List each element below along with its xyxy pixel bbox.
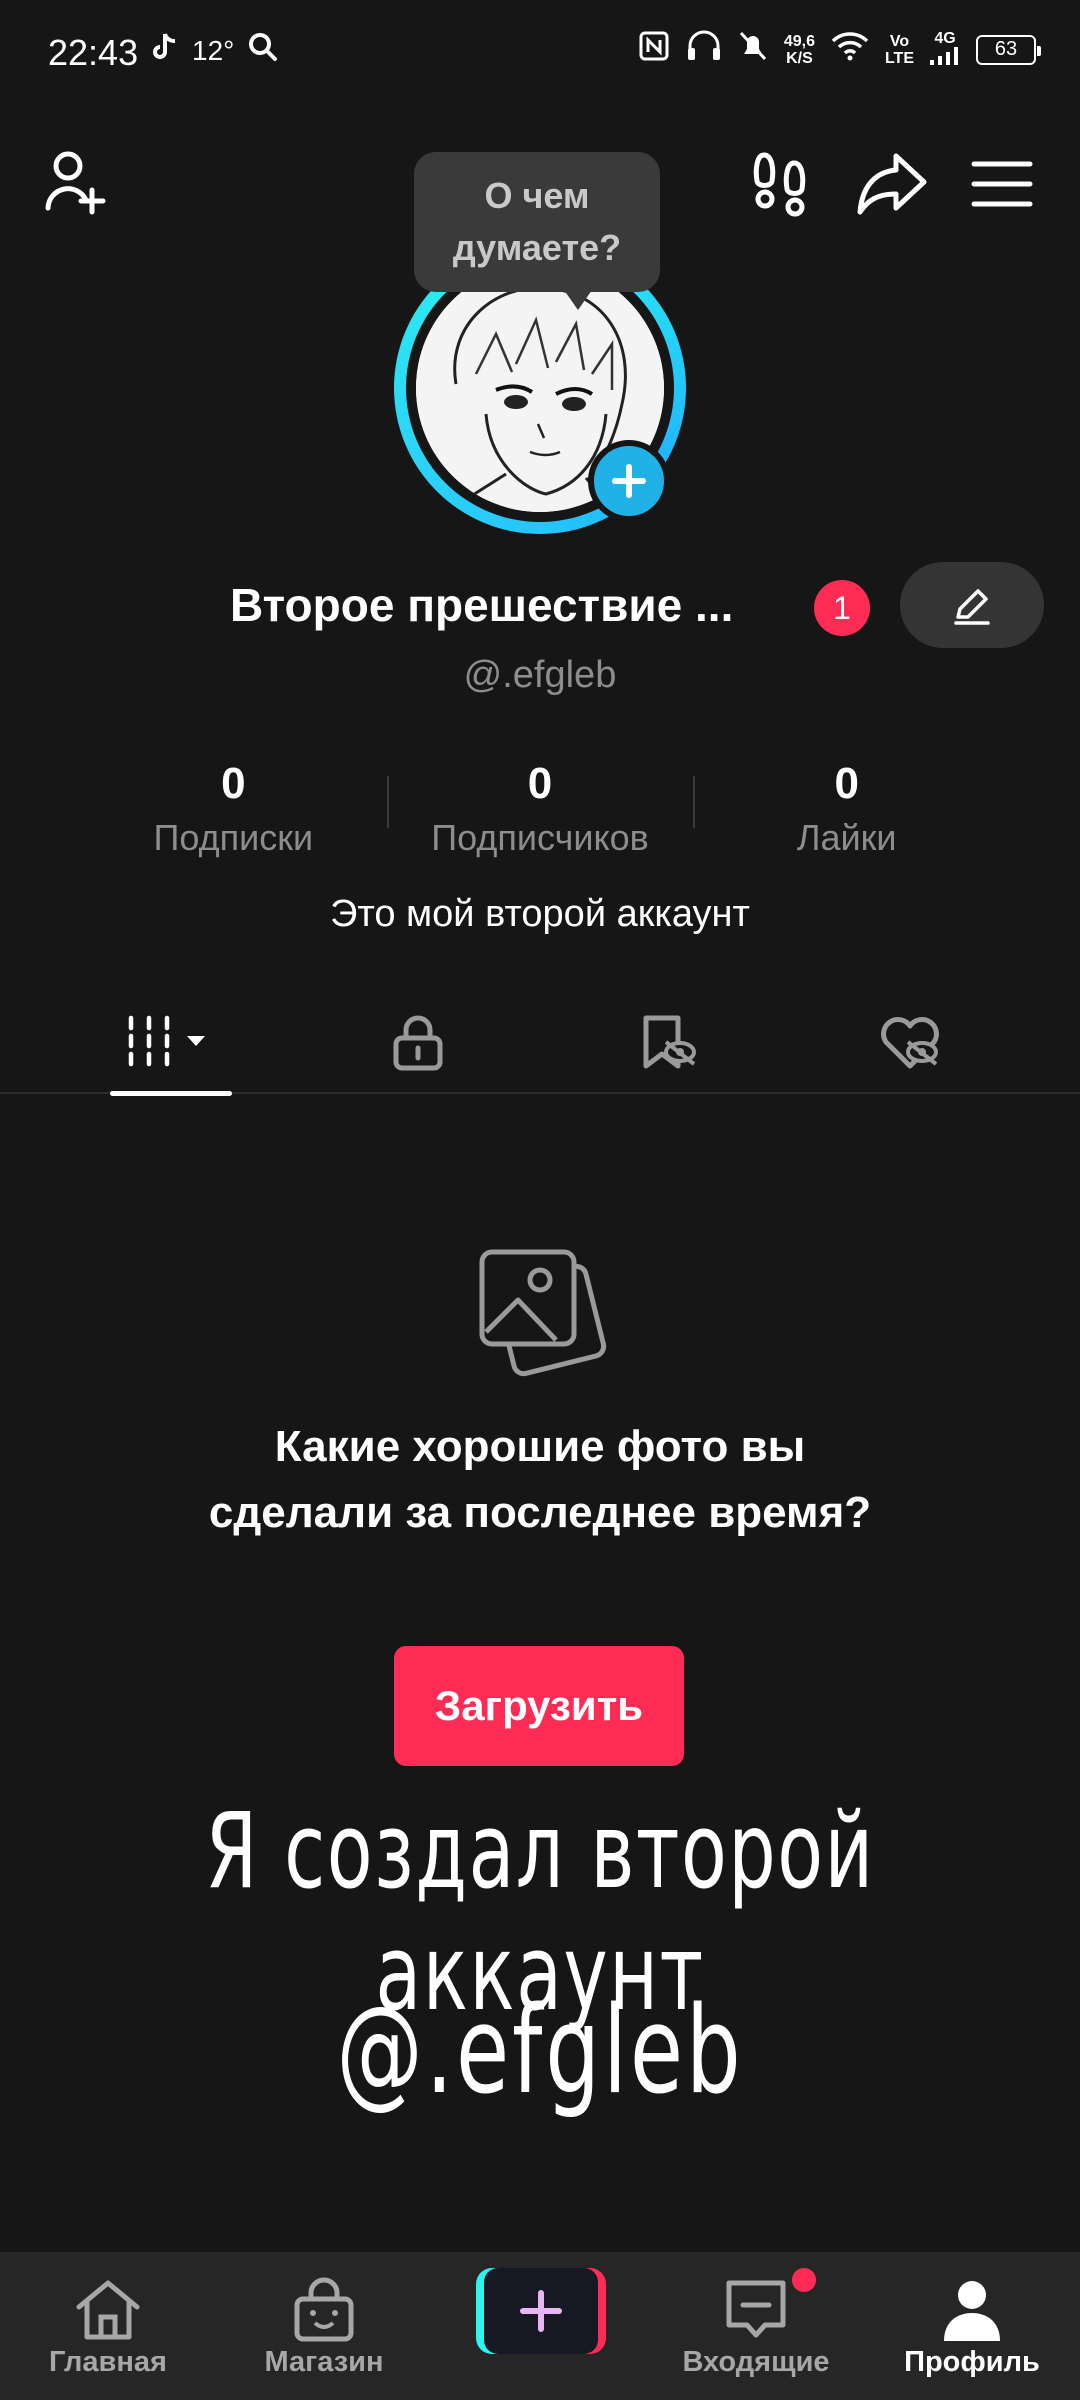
add-avatar-button[interactable] [588,440,670,522]
nav-profile[interactable]: Профиль [872,2252,1072,2400]
nav-inbox-label: Входящие [682,2346,830,2378]
stat-value: 0 [527,759,553,808]
network-speed: 49,6 K/S [784,33,815,67]
add-friend-icon[interactable] [36,140,120,224]
signal-indicator: 4G [930,30,960,69]
profile-icon [932,2270,1012,2350]
tiktok-icon [150,32,178,69]
nav-profile-label: Профиль [904,2346,1040,2378]
upload-button[interactable]: Загрузить [394,1646,684,1766]
nav-home-label: Главная [49,2346,167,2378]
stat-value: 0 [834,759,859,808]
bubble-line-2: думаете? [452,227,622,268]
username-handle: @.efgleb [463,654,617,696]
create-button-face [484,2268,598,2354]
create-button[interactable] [476,2268,606,2354]
temperature: 12° [192,34,235,66]
lock-icon [393,1015,443,1071]
volte-top: Vo [889,32,910,50]
wifi-icon [831,31,869,68]
signal-icon [930,47,958,65]
status-right-icons: 49,6 K/S Vo LTE 4G 63 [638,30,1041,69]
tab-liked[interactable] [860,990,960,1094]
tab-posts[interactable] [110,990,232,1096]
tab-private[interactable] [368,990,468,1094]
stat-label: Подписчиков [431,817,649,858]
volte-indicator: Vo LTE [885,33,914,67]
status-left-icons: 12° [150,32,278,69]
status-prompt-bubble[interactable]: О чем думаете? [414,152,660,310]
saved-hidden-icon [643,1015,696,1069]
stat-label: Подписки [153,817,314,858]
menu-icon[interactable] [960,142,1044,226]
headphones-icon [686,30,722,69]
empty-state-title: Какие хорошие фото вы сделали за последн… [208,1422,872,1537]
speed-value: 49,6 [783,32,815,50]
liked-hidden-icon [881,1017,939,1069]
mute-icon [738,30,768,69]
plus-icon [520,2290,562,2332]
stat-following[interactable]: 0 Подписки [80,752,387,862]
photos-icon [470,1240,610,1380]
bubble-line-1: О чем [484,175,590,216]
status-time: 22:43 [48,32,139,73]
profile-tabs [0,990,1080,1096]
stat-followers[interactable]: 0 Подписчиков [386,752,694,862]
plus-icon [612,464,646,498]
stat-likes[interactable]: 0 Лайки [693,752,1000,862]
status-bar: 22:43 12° 49,6 K/S Vo LTE 4G 63 [0,0,1080,110]
overlay-caption-line-2: @.efgleb [336,1982,744,2121]
inbox-notification-dot [792,2268,816,2292]
active-tab-indicator [110,1091,232,1096]
network-type: 4G [934,30,956,47]
search-icon [248,32,278,69]
share-icon[interactable] [850,142,934,226]
speed-unit: K/S [786,49,813,67]
notification-badge[interactable]: 1 [814,580,870,636]
shopping-bag-icon [284,2270,364,2350]
profile-bio: Это мой второй аккаунт [330,893,750,935]
nav-shop[interactable]: Магазин [224,2252,424,2400]
footprints-icon[interactable] [738,142,822,226]
nav-home[interactable]: Главная [8,2252,208,2400]
grid-icon [128,1015,205,1067]
profile-stats: 0 Подписки 0 Подписчиков 0 Лайки [80,752,1000,862]
edit-profile-button[interactable] [900,562,1044,648]
tab-saved[interactable] [618,990,718,1094]
battery-icon: 63 [976,34,1041,65]
stat-label: Лайки [796,817,897,858]
stat-value: 0 [221,759,246,808]
nav-inbox[interactable]: Входящие [656,2252,856,2400]
nfc-icon [638,30,670,69]
battery-level: 63 [994,38,1018,60]
profile-name[interactable]: Второе прешествие ... [230,578,733,632]
pencil-icon [954,589,990,625]
nav-shop-label: Магазин [264,2346,384,2378]
inbox-icon [716,2270,796,2350]
volte-bottom: LTE [884,49,914,67]
home-icon [68,2270,148,2350]
